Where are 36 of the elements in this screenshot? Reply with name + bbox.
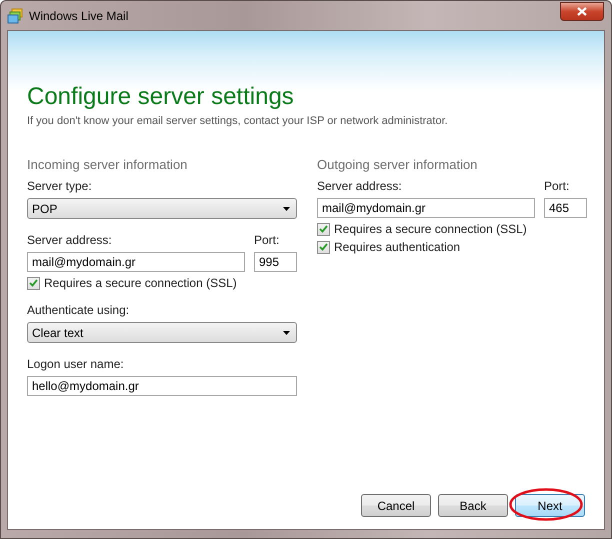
checkbox-label[interactable]: Requires authentication — [334, 240, 460, 254]
checkbox[interactable] — [317, 240, 330, 254]
close-button[interactable] — [560, 2, 604, 20]
page-subtitle: If you don't know your email server settings, contact your ISP or network administrator. — [27, 115, 448, 127]
port-field[interactable]: 995 — [254, 252, 297, 272]
checkmark-icon — [29, 279, 38, 287]
port-field[interactable]: 465 — [544, 198, 587, 218]
section-heading: Incoming server information — [27, 157, 188, 172]
dialog-button[interactable]: Cancel — [361, 494, 431, 517]
username-field[interactable]: hello@mydomain.gr — [27, 376, 297, 396]
dropdown-arrow-icon — [283, 206, 290, 210]
field-label: Server address: — [317, 179, 402, 193]
field-label: Authenticate using: — [27, 303, 130, 317]
field-label: Port: — [254, 233, 280, 247]
checkbox-label[interactable]: Requires a secure connection (SSL) — [334, 222, 527, 236]
checkmark-icon — [319, 243, 328, 251]
dropdown-arrow-icon — [283, 330, 290, 334]
checkbox[interactable] — [317, 222, 330, 236]
field-label: Logon user name: — [27, 357, 124, 371]
dropdown[interactable]: POP — [27, 198, 297, 219]
dialog-button[interactable]: Next — [515, 494, 585, 517]
server-address-field[interactable]: mail@mydomain.gr — [27, 252, 245, 272]
envelope-stack-icon — [7, 8, 23, 24]
checkbox-label[interactable]: Requires a secure connection (SSL) — [44, 276, 237, 290]
checkmark-icon — [319, 225, 328, 233]
dropdown[interactable]: Clear text — [27, 322, 297, 343]
field-label: Server type: — [27, 179, 92, 193]
field-label: Server address: — [27, 233, 112, 247]
close-icon — [577, 6, 587, 16]
server-address-field[interactable]: mail@mydomain.gr — [317, 198, 535, 218]
field-label: Port: — [544, 179, 570, 193]
window-title: Windows Live Mail — [29, 8, 130, 22]
section-heading: Outgoing server information — [317, 157, 478, 172]
dialog-button[interactable]: Back — [438, 494, 508, 517]
checkbox[interactable] — [27, 276, 40, 290]
page-title: Configure server settings — [27, 83, 294, 111]
